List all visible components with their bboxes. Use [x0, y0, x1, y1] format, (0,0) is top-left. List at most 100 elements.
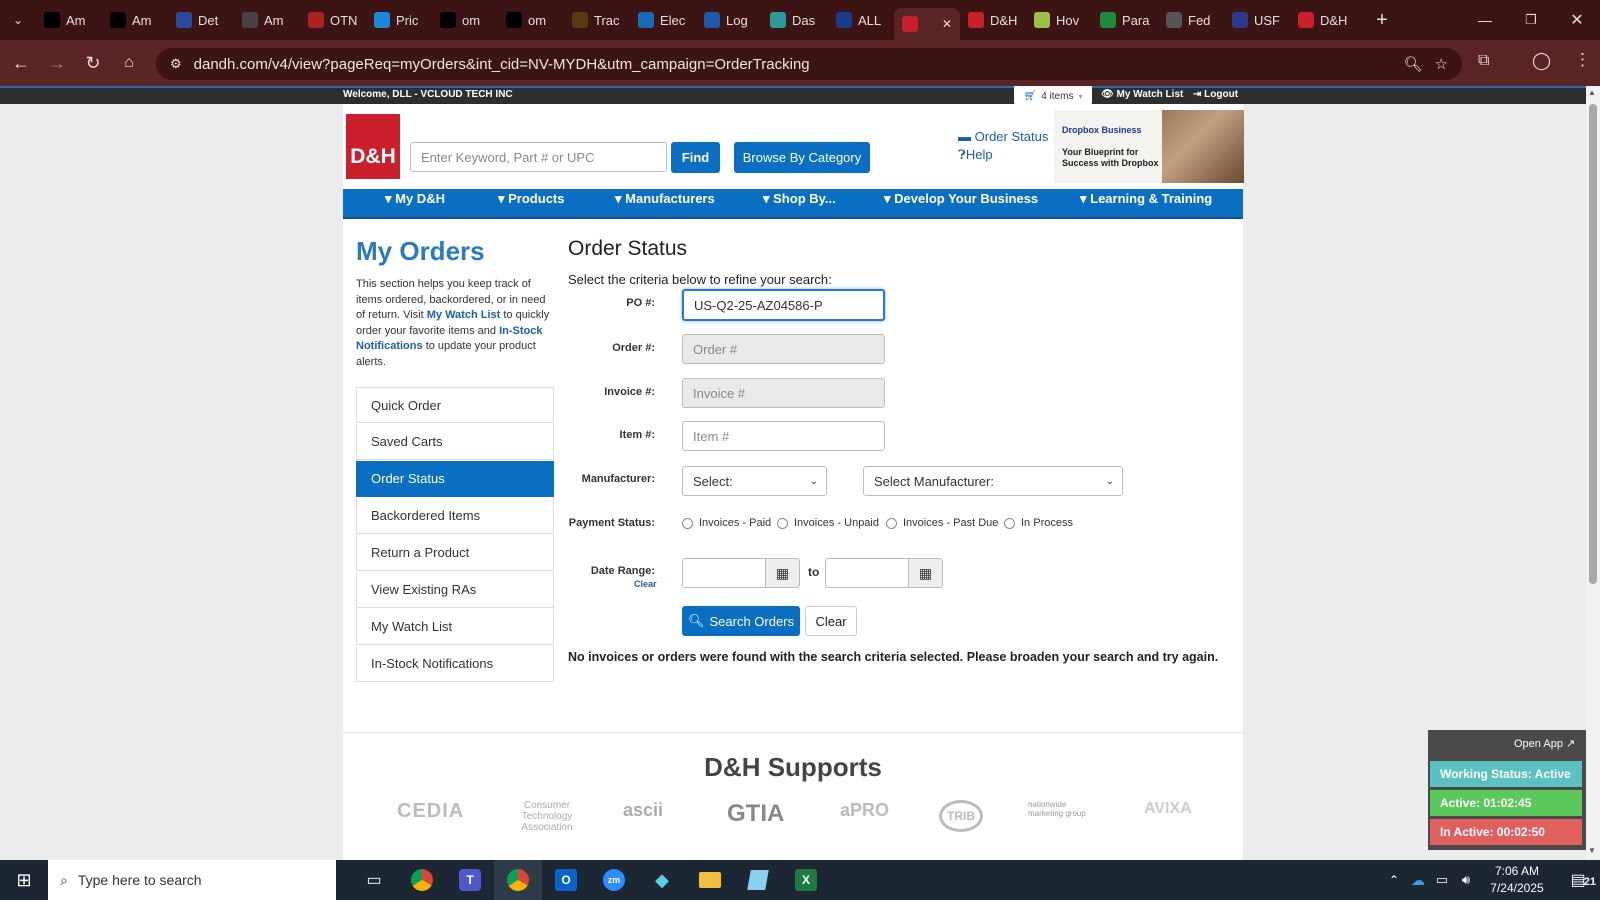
date-from-input[interactable] [682, 558, 766, 588]
partner-logo[interactable]: GTIA [727, 800, 784, 828]
close-tab-icon[interactable]: ✕ [942, 17, 952, 31]
browser-tab[interactable]: ALL [828, 4, 894, 36]
payment-status-option[interactable]: Invoices - Past Due [886, 517, 998, 529]
dh-logo[interactable]: D&H [346, 114, 400, 179]
volume-icon[interactable]: 🔊︎ [1454, 872, 1478, 888]
partner-logo[interactable]: Consumer Technology Association [512, 800, 582, 833]
top-watch-list-link[interactable]: 👁︎ My Watch List [1101, 89, 1183, 100]
clock[interactable]: 7:06 AM 7/24/2025 [1478, 863, 1556, 897]
browser-tab[interactable]: OTN [300, 4, 366, 36]
browser-tab[interactable]: om [498, 4, 564, 36]
tab-search-icon[interactable]: ⌄ [0, 5, 36, 35]
site-info-icon[interactable]: ⚙ [170, 56, 182, 72]
payment-status-option[interactable]: In Process [1004, 517, 1073, 529]
sidebar-menu-item[interactable]: Return a Product [356, 535, 554, 571]
payment-status-option[interactable]: Invoices - Paid [682, 517, 771, 529]
radio-button[interactable] [1004, 517, 1015, 529]
show-hidden-icons[interactable]: ⌃ [1382, 873, 1406, 887]
chrome-profile-icon[interactable] [494, 860, 542, 900]
nav-item[interactable]: ▾ Learning & Training [1080, 191, 1212, 207]
home-icon[interactable]: ⌂ [114, 48, 144, 78]
partner-logo[interactable]: nationwide marketing group [1028, 800, 1098, 818]
file-explorer-icon[interactable] [686, 860, 734, 900]
calendar-icon[interactable]: ▦ [766, 558, 800, 588]
browser-tab[interactable]: Log [696, 4, 762, 36]
browser-tab[interactable]: Am [102, 4, 168, 36]
browser-tab[interactable]: Das [762, 4, 828, 36]
extensions-icon[interactable]: ⧉ [1478, 52, 1489, 70]
browser-tab[interactable]: ✕ [894, 8, 960, 40]
browser-tab[interactable]: Elec [630, 4, 696, 36]
network-icon[interactable]: ▭ [1430, 872, 1454, 888]
browser-tab[interactable]: Am [234, 4, 300, 36]
browser-tab[interactable]: Hov [1026, 4, 1092, 36]
teams-icon[interactable]: T [446, 860, 494, 900]
header-order-status-link[interactable]: ▬ Order Status [958, 129, 1048, 144]
browser-menu-icon[interactable]: ⋮ [1574, 50, 1591, 70]
outlook-icon[interactable]: O [542, 860, 590, 900]
task-view-icon[interactable]: ▭ [350, 860, 398, 900]
scrollbar-thumb[interactable] [1589, 104, 1597, 584]
forward-icon[interactable]: → [42, 48, 72, 78]
dropbox-ad-banner[interactable]: Dropbox Business Your Blueprint for Succ… [1054, 110, 1244, 183]
minimize-icon[interactable]: — [1462, 12, 1508, 28]
site-search-input[interactable]: Enter Keyword, Part # or UPC [410, 142, 667, 172]
browser-tab[interactable]: Pric [366, 4, 432, 36]
calendar-icon[interactable]: ▦ [909, 558, 943, 588]
nav-item[interactable]: ▾ Manufacturers [615, 191, 715, 207]
back-icon[interactable]: ← [6, 48, 36, 78]
browser-tab[interactable]: Fed [1158, 4, 1224, 36]
date-clear-link[interactable]: Clear [634, 579, 657, 589]
windows-start-icon[interactable]: ⊞ [0, 860, 48, 900]
new-tab-button[interactable]: + [1368, 9, 1396, 32]
radio-button[interactable] [777, 517, 788, 529]
nav-item[interactable]: ▾ My D&H [385, 191, 445, 207]
close-window-icon[interactable]: ✕ [1554, 10, 1600, 30]
sidebar-menu-item[interactable]: Quick Order [356, 387, 554, 423]
sidebar-menu-item[interactable]: View Existing RAs [356, 572, 554, 608]
bookmark-star-icon[interactable]: ☆ [1435, 55, 1448, 73]
partner-logo[interactable]: TRIB [939, 800, 983, 832]
browser-tab[interactable]: Para [1092, 4, 1158, 36]
address-bar[interactable]: ⚙ dandh.com/v4/view?pageReq=myOrders&int… [156, 48, 1462, 80]
item-number-input[interactable]: Item # [682, 421, 885, 451]
reload-icon[interactable]: ↻ [78, 48, 108, 78]
header-help-link[interactable]: ❓︎Help [958, 147, 993, 163]
order-number-input[interactable]: Order # [682, 334, 885, 364]
clear-button[interactable]: Clear [805, 606, 857, 636]
payment-status-option[interactable]: Invoices - Unpaid [777, 517, 879, 529]
sidebar-menu-item[interactable]: My Watch List [356, 609, 554, 645]
notepad-icon[interactable] [734, 860, 782, 900]
open-app-link[interactable]: Open App ↗ [1514, 737, 1575, 750]
browser-tab[interactable]: Am [36, 4, 102, 36]
sidebar-menu-item[interactable]: Backordered Items [356, 498, 554, 534]
app-diamond-icon[interactable]: ◆ [638, 860, 686, 900]
manufacturer-type-select[interactable]: Select: ⌄ [682, 466, 827, 496]
browser-tab[interactable]: om [432, 4, 498, 36]
sidebar-menu-item[interactable]: Order Status [356, 461, 554, 497]
radio-button[interactable] [886, 517, 897, 529]
desc-watch-list-link[interactable]: My Watch List [427, 309, 501, 321]
search-orders-button[interactable]: 🔍︎ Search Orders [682, 606, 800, 636]
restore-icon[interactable]: ❐ [1508, 12, 1554, 28]
browser-tab[interactable]: USF [1224, 4, 1290, 36]
scroll-up-icon[interactable]: ▲ [1588, 88, 1596, 97]
logout-link[interactable]: ⇥ Logout [1193, 89, 1238, 100]
browser-tab[interactable]: D&H [1290, 4, 1356, 36]
browse-by-category-button[interactable]: Browse By Category [734, 142, 870, 173]
nav-item[interactable]: ▾ Products [498, 191, 564, 207]
partner-logo[interactable]: aPRO [840, 800, 889, 821]
browser-tab[interactable]: Trac [564, 4, 630, 36]
invoice-number-input[interactable]: Invoice # [682, 378, 885, 408]
notification-center[interactable]: ▤ 21 [1556, 870, 1600, 890]
browser-tab[interactable]: Det [168, 4, 234, 36]
cart-button[interactable]: 🛒︎ 4 items ▾ [1014, 86, 1092, 106]
excel-icon[interactable]: X [782, 860, 830, 900]
onedrive-icon[interactable]: ☁ [1406, 872, 1430, 889]
sidebar-menu-item[interactable]: Saved Carts [356, 424, 554, 460]
po-input[interactable]: US-Q2-25-AZ04586-P [682, 289, 885, 321]
radio-button[interactable] [682, 517, 693, 529]
taskbar-search-box[interactable]: ⌕ Type here to search [48, 860, 336, 900]
partner-logo[interactable]: ascii [623, 800, 663, 821]
profile-icon[interactable]: ◯ [1532, 51, 1551, 71]
